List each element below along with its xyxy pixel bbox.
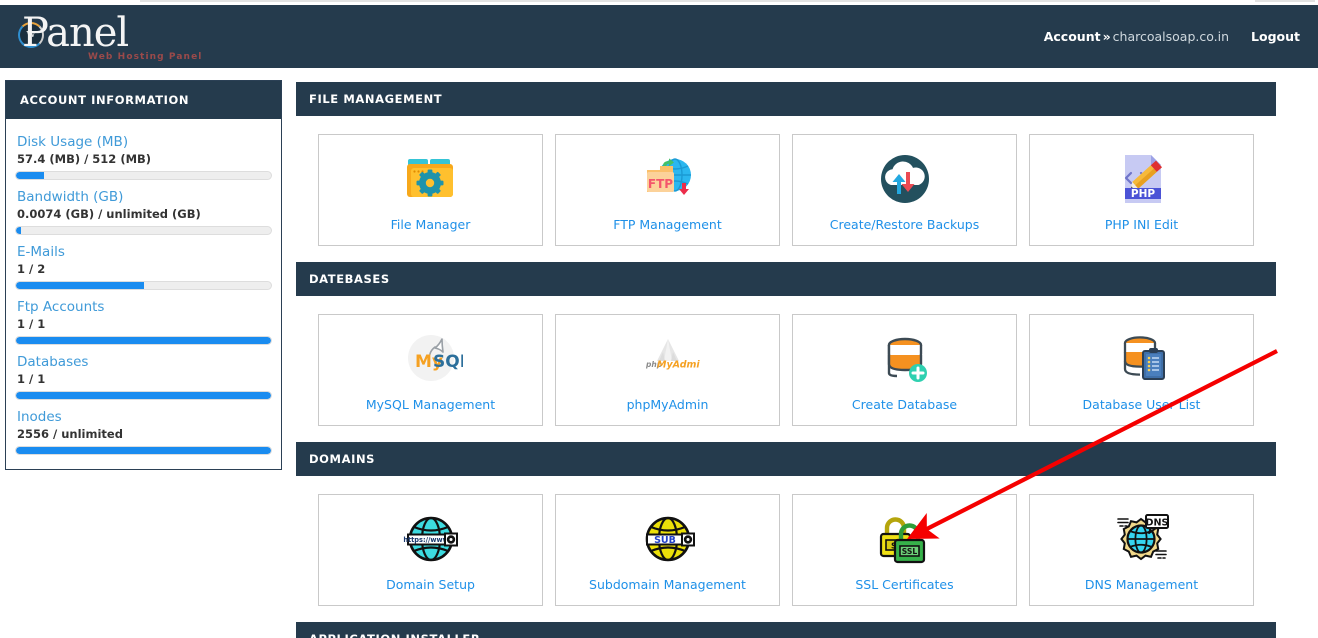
feature-card-label: MySQL Management (365, 397, 496, 412)
resource-progress-fill (16, 392, 271, 399)
resource-progress-bar (15, 336, 272, 345)
logout-button[interactable]: Logout (1251, 29, 1300, 44)
phpmyadmin-icon: phpMyAdmin (636, 327, 700, 391)
logo[interactable]: w Panel Web Hosting Panel (10, 11, 250, 63)
resource-value: 1 / 1 (17, 372, 46, 386)
resource-progress-fill (16, 337, 271, 344)
feature-card[interactable]: phpMyAdmin phpMyAdmin (555, 314, 780, 426)
account-label: Account (1043, 29, 1101, 44)
section-card-row: https://www Domain Setup SUB Subdomain Mana… (296, 476, 1276, 622)
top-strip-edge-left (140, 0, 1160, 2)
section-header: FILE MANAGEMENT (296, 82, 1276, 116)
svg-text:PHP: PHP (1130, 188, 1154, 200)
ftp-globe-icon: FTP (636, 147, 700, 211)
feature-card-label: phpMyAdmin (626, 397, 709, 412)
account-name: charcoalsoap.co.in (1112, 29, 1230, 44)
svg-text:FTP: FTP (647, 177, 672, 191)
feature-card[interactable]: Database User List (1029, 314, 1254, 426)
resource-progress-bar (15, 446, 272, 455)
feature-card-label: File Manager (390, 217, 471, 232)
svg-text:https://www: https://www (403, 536, 448, 544)
feature-card[interactable]: File Manager (318, 134, 543, 246)
feature-card-label: Subdomain Management (589, 577, 746, 592)
resource-name: Ftp Accounts (17, 299, 105, 315)
resource-value: 0.0074 (GB) / unlimited (GB) (17, 207, 201, 221)
feature-card-label: SSL Certificates (855, 577, 954, 592)
svg-text:SUB: SUB (654, 535, 676, 546)
section-header: DATEBASES (296, 262, 1276, 296)
svg-text:DNS: DNS (1145, 518, 1168, 529)
resource-list: Disk Usage (MB) 57.4 (MB) / 512 (MB) Bandw… (6, 119, 281, 469)
mysql-dolphin-icon: MySQL (399, 327, 463, 391)
resource-name: Bandwidth (GB) (17, 189, 124, 205)
feature-card-label: Create/Restore Backups (829, 217, 980, 232)
account-information-panel: ACCOUNT INFORMATION Disk Usage (MB) 57.4 … (5, 80, 282, 470)
php-file-pencil-icon: PHP (1110, 147, 1174, 211)
resource-progress-bar (15, 391, 272, 400)
ssl-padlock-icon: S SSL (873, 507, 937, 571)
resource-name: Databases (17, 354, 89, 370)
feature-card-label: Create Database (851, 397, 958, 412)
header-account-area: Account» charcoalsoap.co.in Logout (1044, 29, 1300, 44)
sidebar-title: ACCOUNT INFORMATION (6, 81, 281, 119)
feature-card[interactable]: https://www Domain Setup (318, 494, 543, 606)
resource-value: 57.4 (MB) / 512 (MB) (17, 152, 152, 166)
feature-card[interactable]: MySQL MySQL Management (318, 314, 543, 426)
folder-gear-icon (399, 147, 463, 211)
resource-progress-fill (16, 172, 45, 179)
feature-card[interactable]: Create Database (792, 314, 1017, 426)
cloud-backup-icon (873, 147, 937, 211)
resource-item: Databases 1 / 1 (15, 354, 272, 400)
resource-progress-fill (16, 282, 144, 289)
top-strip-edge-right (1255, 0, 1315, 2)
main-content: FILE MANAGEMENT File Manager FTP FTP Manage… (296, 82, 1276, 638)
feature-card-label: Database User List (1082, 397, 1201, 412)
feature-card-label: Domain Setup (386, 577, 475, 592)
app-header: w Panel Web Hosting Panel Account» charco… (0, 5, 1318, 68)
logo-text: Panel (22, 10, 129, 56)
account-separator-icon: » (1102, 29, 1111, 44)
feature-card-label: PHP INI Edit (1104, 217, 1179, 232)
resource-progress-bar (15, 281, 272, 290)
feature-card[interactable]: PHP PHP INI Edit (1029, 134, 1254, 246)
resource-progress-fill (16, 447, 271, 454)
database-plus-icon (873, 327, 937, 391)
wpanel-dashboard: w Panel Web Hosting Panel Account» charco… (0, 0, 1318, 638)
globe-url-icon: https://www (399, 507, 463, 571)
feature-card[interactable]: SUB Subdomain Management (555, 494, 780, 606)
feature-card-label: FTP Management (613, 217, 722, 232)
resource-value: 1 / 1 (17, 317, 46, 331)
feature-card[interactable]: DNS DNS Management (1029, 494, 1254, 606)
resource-item: Bandwidth (GB) 0.0074 (GB) / unlimited (G… (15, 189, 272, 235)
svg-text:SQL: SQL (433, 352, 463, 372)
resource-item: Ftp Accounts 1 / 1 (15, 299, 272, 345)
section-card-row: MySQLMySQL ManagementphpMyAdminphpMyAdmi… (296, 296, 1276, 442)
feature-card[interactable]: Create/Restore Backups (792, 134, 1017, 246)
resource-name: Inodes (17, 409, 62, 425)
section-header: DOMAINS (296, 442, 1276, 476)
resource-progress-bar (15, 226, 272, 235)
resource-value: 1 / 2 (17, 262, 46, 276)
database-list-icon (1110, 327, 1174, 391)
resource-value: 2556 / unlimited (17, 427, 123, 441)
resource-item: Disk Usage (MB) 57.4 (MB) / 512 (MB) (15, 134, 272, 180)
resource-name: Disk Usage (MB) (17, 134, 129, 150)
resource-progress-bar (15, 171, 272, 180)
feature-card[interactable]: FTP FTP Management (555, 134, 780, 246)
resource-name: E-Mails (17, 244, 65, 260)
resource-progress-fill (16, 227, 22, 234)
resource-item: E-Mails 1 / 2 (15, 244, 272, 290)
svg-text:MyAdmin: MyAdmin (657, 360, 700, 371)
resource-item: Inodes 2556 / unlimited (15, 409, 272, 455)
section-card-row: File Manager FTP FTP Management Create/Rest… (296, 116, 1276, 262)
section-header: APPLICATION INSTALLER (296, 622, 1276, 638)
globe-sub-icon: SUB (636, 507, 700, 571)
feature-card[interactable]: S SSL SSL Certificates (792, 494, 1017, 606)
dns-globe-icon: DNS (1110, 507, 1174, 571)
logo-tagline: Web Hosting Panel (88, 52, 203, 62)
feature-card-label: DNS Management (1084, 577, 1199, 592)
svg-text:SSL: SSL (901, 547, 917, 556)
